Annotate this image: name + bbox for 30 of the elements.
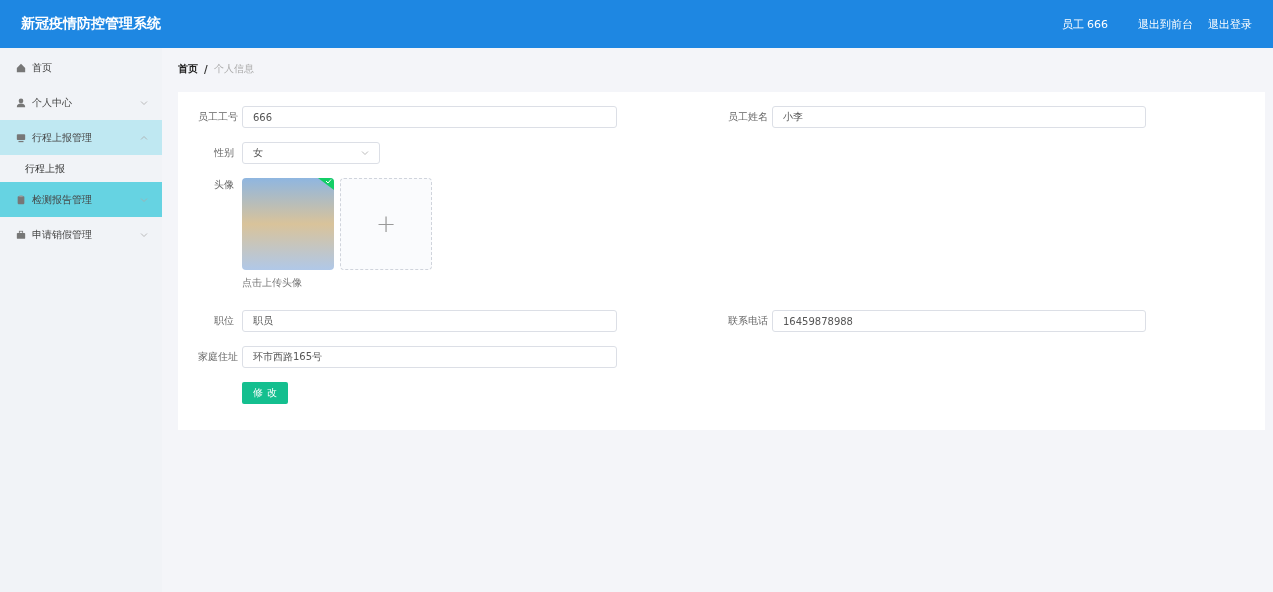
sidebar-item[interactable]: 申请销假管理 xyxy=(0,217,162,252)
chevron-icon xyxy=(361,150,369,156)
app-title: 新冠疫情防控管理系统 xyxy=(21,15,162,33)
field-label: 头像 xyxy=(213,178,234,192)
sidebar-item[interactable]: 个人中心 xyxy=(0,85,162,120)
user-icon xyxy=(16,97,26,108)
sidebar-item[interactable]: 行程上报管理 xyxy=(0,120,162,155)
check-icon xyxy=(318,178,334,190)
sidebar-subitem[interactable]: 行程上报 xyxy=(0,155,162,182)
input-field[interactable]: 666 xyxy=(242,106,617,128)
input-field[interactable]: 环市西路165号 xyxy=(242,346,617,368)
field-label: 性别 xyxy=(213,146,234,160)
briefcase-icon xyxy=(16,229,26,240)
upload-hint: 点击上传头像 xyxy=(242,276,303,290)
breadcrumb-current: 个人信息 xyxy=(213,62,254,76)
breadcrumb-link[interactable]: 首页 xyxy=(178,62,198,76)
home-icon xyxy=(16,62,26,73)
sidebar-item[interactable]: 检测报告管理 xyxy=(0,182,162,217)
select-field[interactable]: 女 xyxy=(242,142,380,164)
clipboard-icon xyxy=(16,194,26,205)
monitor-icon xyxy=(16,132,26,143)
header-link[interactable]: 退出登录 xyxy=(1208,16,1252,32)
breadcrumb-separator: / xyxy=(204,63,208,75)
user-label: 员工 666 xyxy=(1061,16,1108,32)
input-field[interactable]: 职员 xyxy=(242,310,617,332)
input-field[interactable]: 16459878988 xyxy=(772,310,1146,332)
header-link[interactable]: 退出到前台 xyxy=(1138,16,1193,32)
input-field[interactable]: 小李 xyxy=(772,106,1146,128)
sidebar-item[interactable]: 首页 xyxy=(0,50,162,85)
field-label: 职位 xyxy=(213,314,234,328)
